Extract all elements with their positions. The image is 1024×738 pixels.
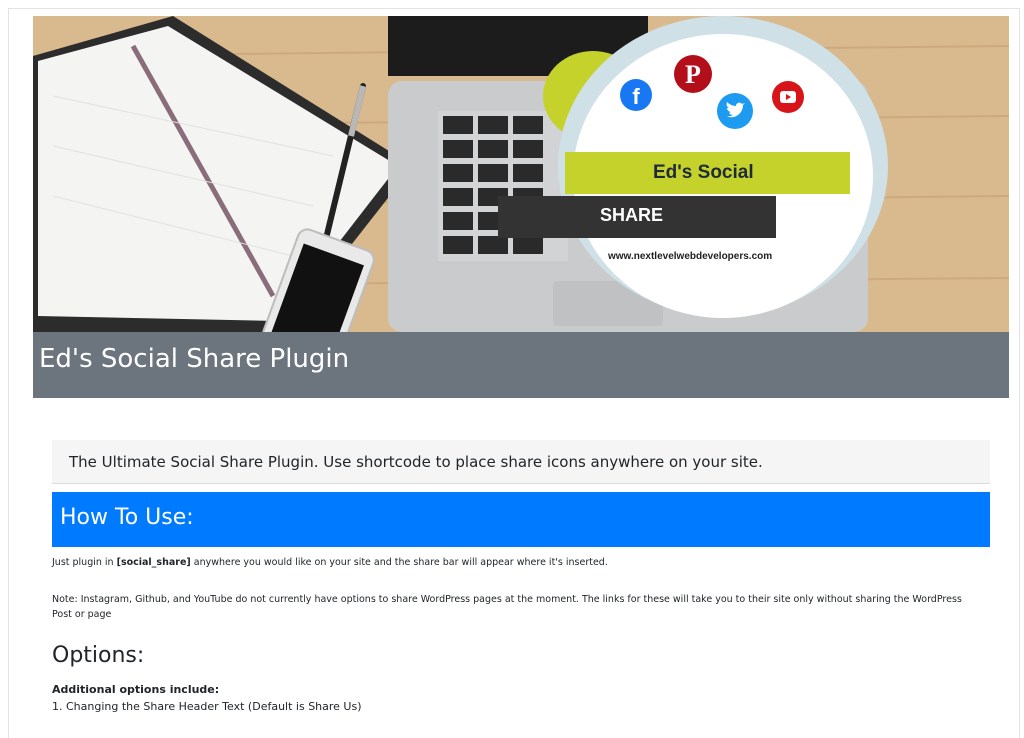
usage-paragraph: Just plugin in [social_share] anywhere y… (52, 557, 608, 568)
how-to-use-header: How To Use: (52, 492, 990, 547)
usage-prefix: Just plugin in (52, 557, 117, 568)
options-heading: Options: (52, 643, 145, 668)
tagline-text: The Ultimate Social Share Plugin. Use sh… (69, 453, 763, 471)
shortcode-text: [social_share] (116, 557, 191, 568)
options-list: 1. Changing the Share Header Text (Defau… (52, 700, 362, 716)
svg-text:f: f (632, 84, 640, 109)
how-to-use-heading: How To Use: (60, 505, 194, 530)
facebook-icon: f (620, 79, 652, 111)
hero-title-bar: Ed's Social Share Plugin (33, 332, 1009, 398)
tagline-card: The Ultimate Social Share Plugin. Use sh… (52, 440, 990, 484)
usage-suffix: anywhere you would like on your site and… (190, 557, 608, 568)
hero-illustration (33, 16, 1009, 332)
page-title: Ed's Social Share Plugin (39, 344, 350, 374)
hero-image: f P Ed's Social SHARE www.nextlevelwebde… (33, 16, 1009, 332)
logo-title-text: Ed's Social (653, 162, 754, 183)
logo-share-text: SHARE (600, 205, 664, 225)
youtube-icon (772, 81, 804, 113)
note-paragraph: Note: Instagram, Github, and YouTube do … (52, 594, 962, 620)
logo-url-text: www.nextlevelwebdevelopers.com (608, 251, 773, 262)
twitter-icon (717, 93, 753, 129)
options-list-item: 1. Changing the Share Header Text (Defau… (52, 700, 362, 713)
svg-text:P: P (685, 60, 701, 89)
options-intro: Additional options include: (52, 683, 220, 696)
pinterest-icon: P (674, 55, 712, 93)
